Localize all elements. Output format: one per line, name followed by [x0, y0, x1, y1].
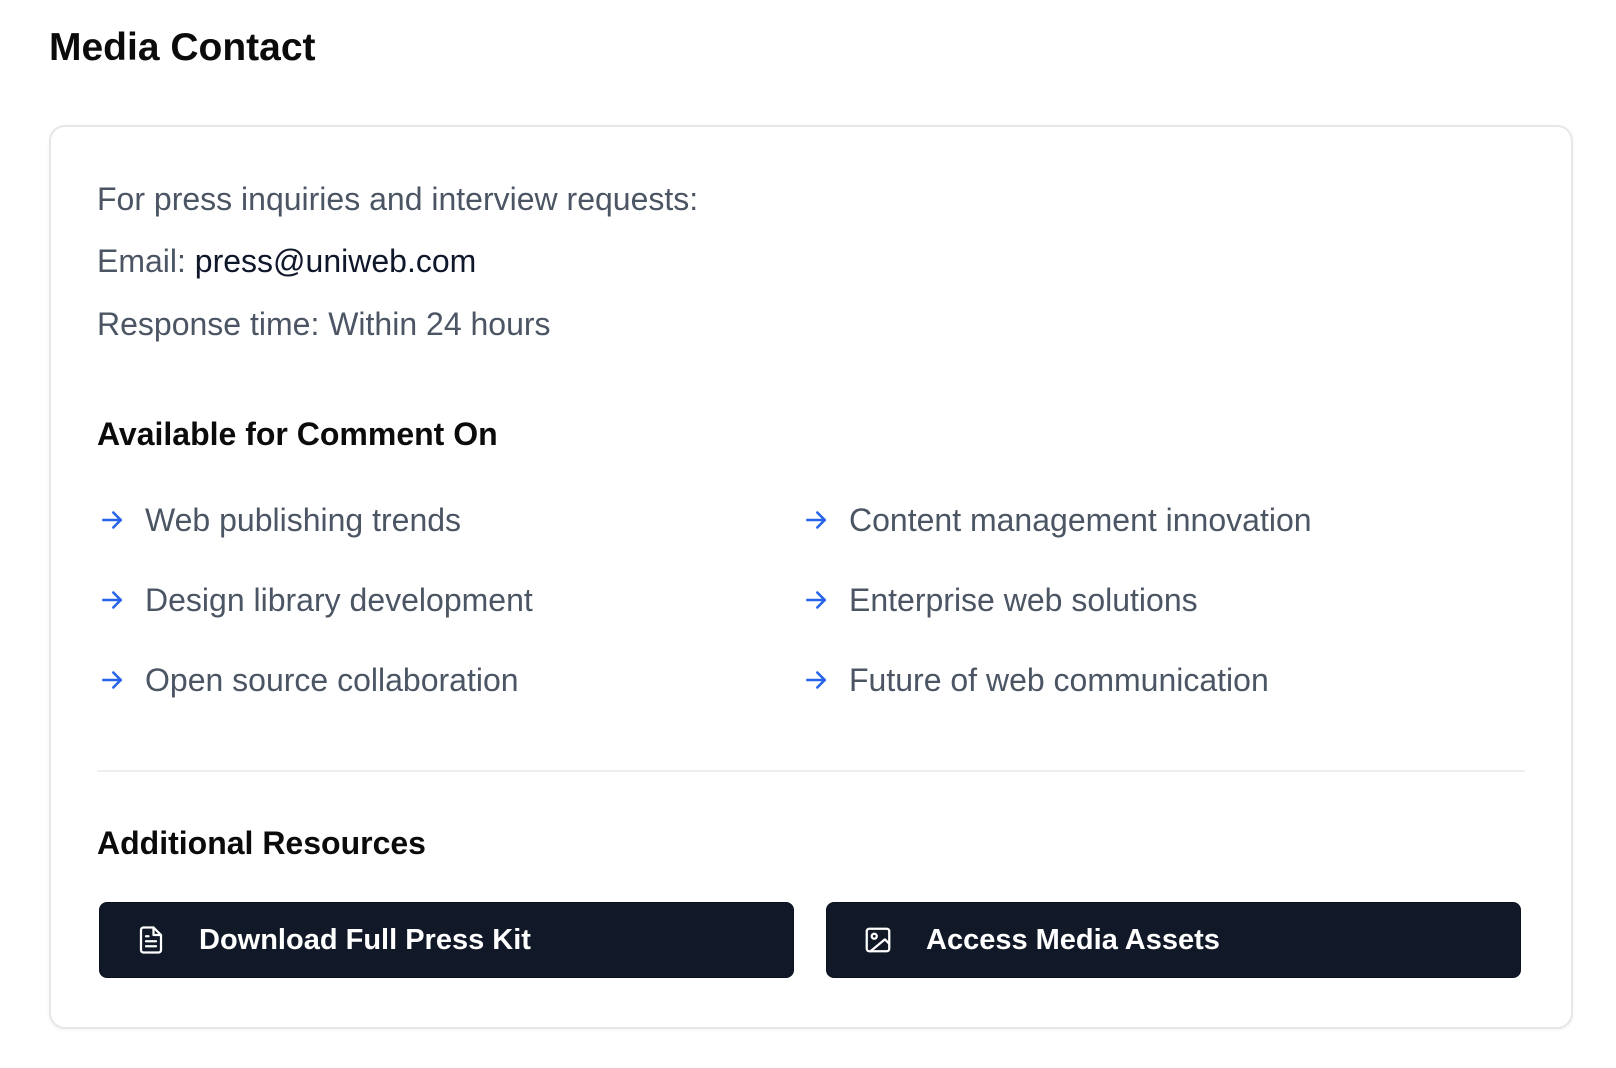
arrow-right-icon	[97, 665, 127, 695]
page-title: Media Contact	[49, 26, 316, 69]
list-item: Open source collaboration	[97, 660, 519, 700]
additional-resources-heading: Additional Resources	[97, 825, 426, 861]
list-item: Future of web communication	[801, 660, 1269, 700]
topic-label: Enterprise web solutions	[849, 582, 1198, 618]
image-icon	[863, 925, 893, 955]
topic-label: Future of web communication	[849, 662, 1269, 698]
download-press-kit-button[interactable]: Download Full Press Kit	[99, 902, 794, 978]
press-inquiries-intro: For press inquiries and interview reques…	[97, 181, 699, 217]
arrow-right-icon	[801, 665, 831, 695]
topic-label: Web publishing trends	[145, 502, 462, 538]
arrow-right-icon	[801, 585, 831, 615]
page: Media Contact For press inquiries and in…	[0, 0, 1616, 1068]
download-press-kit-label: Download Full Press Kit	[199, 924, 531, 956]
arrow-right-icon	[801, 505, 831, 535]
list-item: Design library development	[97, 580, 533, 620]
access-media-assets-label: Access Media Assets	[926, 924, 1220, 956]
topic-label: Open source collaboration	[145, 662, 519, 698]
email-label: Email:	[97, 243, 186, 279]
arrow-right-icon	[97, 505, 127, 535]
response-time: Response time: Within 24 hours	[97, 306, 551, 342]
topic-label: Content management innovation	[849, 502, 1312, 538]
document-icon	[136, 925, 166, 955]
list-item: Web publishing trends	[97, 500, 461, 540]
access-media-assets-button[interactable]: Access Media Assets	[826, 902, 1521, 978]
email-link[interactable]: press@uniweb.com	[195, 243, 476, 279]
section-divider	[97, 770, 1525, 772]
comment-topics-heading: Available for Comment On	[97, 416, 498, 452]
topic-label: Design library development	[145, 582, 533, 618]
arrow-right-icon	[97, 585, 127, 615]
list-item: Enterprise web solutions	[801, 580, 1198, 620]
email-line: Email: press@uniweb.com	[97, 241, 476, 281]
comment-topics-list: Web publishing trends Content management…	[97, 500, 1525, 740]
list-item: Content management innovation	[801, 500, 1312, 540]
